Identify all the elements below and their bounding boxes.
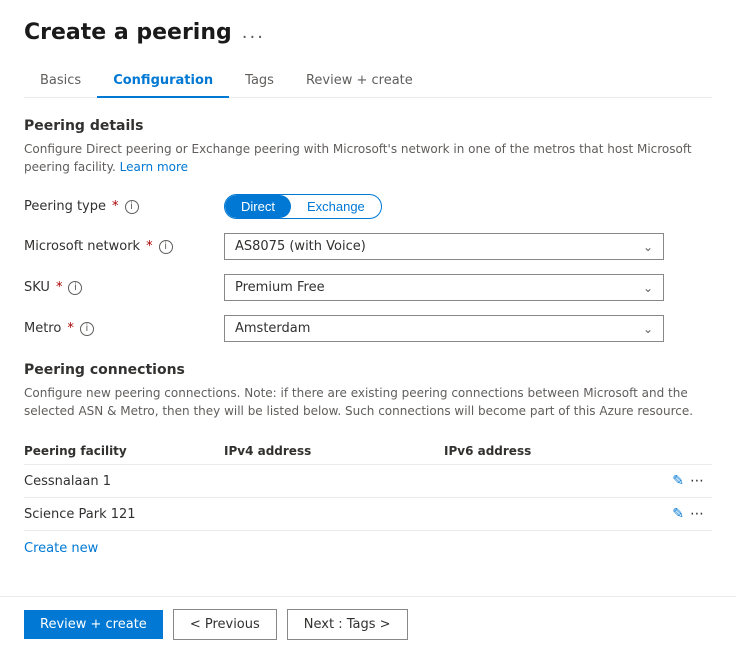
toggle-exchange[interactable]: Exchange	[291, 195, 381, 218]
col-header-facility: Peering facility	[24, 438, 224, 465]
metro-info-icon[interactable]: i	[80, 322, 94, 336]
actions-cell-2: ✎ ⋯	[604, 498, 712, 531]
table-row: Science Park 121 ✎ ⋯	[24, 498, 712, 531]
create-new-link[interactable]: Create new	[24, 541, 98, 556]
edit-icon-1[interactable]: ✎	[672, 473, 684, 489]
chevron-down-icon-3: ⌄	[643, 322, 653, 336]
chevron-down-icon: ⌄	[643, 240, 653, 254]
next-button[interactable]: Next : Tags >	[287, 609, 408, 640]
microsoft-network-info-icon[interactable]: i	[159, 240, 173, 254]
ipv4-cell-2	[224, 498, 444, 531]
edit-icon-2[interactable]: ✎	[672, 506, 684, 522]
tabs-nav: Basics Configuration Tags Review + creat…	[24, 65, 712, 98]
ipv6-cell-2	[444, 498, 604, 531]
metro-dropdown[interactable]: Amsterdam ⌄	[224, 315, 664, 342]
table-row: Cessnalaan 1 ✎ ⋯	[24, 465, 712, 498]
ipv4-cell-1	[224, 465, 444, 498]
toggle-group: Direct Exchange	[224, 194, 382, 219]
facility-cell-1: Cessnalaan 1	[24, 465, 224, 498]
peering-type-info-icon[interactable]: i	[125, 200, 139, 214]
toggle-direct[interactable]: Direct	[225, 195, 291, 218]
connections-title: Peering connections	[24, 362, 712, 378]
peering-type-toggle: Direct Exchange	[224, 194, 664, 219]
connections-table: Peering facility IPv4 address IPv6 addre…	[24, 438, 712, 531]
peering-type-label: Peering type * i	[24, 199, 224, 214]
peering-details-desc: Configure Direct peering or Exchange pee…	[24, 140, 712, 176]
microsoft-network-dropdown[interactable]: AS8075 (with Voice) ⌄	[224, 233, 664, 260]
col-header-actions	[604, 438, 712, 465]
actions-cell-1: ✎ ⋯	[604, 465, 712, 498]
peering-details-title: Peering details	[24, 118, 712, 134]
col-header-ipv6: IPv6 address	[444, 438, 604, 465]
review-create-button[interactable]: Review + create	[24, 610, 163, 639]
required-star-2: *	[146, 239, 153, 254]
col-header-ipv4: IPv4 address	[224, 438, 444, 465]
more-icon-2[interactable]: ⋯	[690, 506, 704, 522]
sku-select[interactable]: Premium Free ⌄	[224, 274, 664, 301]
chevron-down-icon-2: ⌄	[643, 281, 653, 295]
connections-desc: Configure new peering connections. Note:…	[24, 384, 712, 420]
microsoft-network-label: Microsoft network * i	[24, 239, 224, 254]
ipv6-cell-1	[444, 465, 604, 498]
tab-review-create[interactable]: Review + create	[290, 65, 429, 98]
metro-row: Metro * i Amsterdam ⌄	[24, 315, 712, 342]
tab-tags[interactable]: Tags	[229, 65, 290, 98]
learn-more-link[interactable]: Learn more	[120, 160, 188, 174]
more-icon-1[interactable]: ⋯	[690, 473, 704, 489]
facility-cell-2: Science Park 121	[24, 498, 224, 531]
metro-select[interactable]: Amsterdam ⌄	[224, 315, 664, 342]
sku-label: SKU * i	[24, 280, 224, 295]
required-star-3: *	[56, 280, 63, 295]
microsoft-network-row: Microsoft network * i AS8075 (with Voice…	[24, 233, 712, 260]
metro-label: Metro * i	[24, 321, 224, 336]
bottom-bar: Review + create < Previous Next : Tags >	[0, 596, 736, 652]
sku-info-icon[interactable]: i	[68, 281, 82, 295]
page-title: Create a peering	[24, 20, 232, 45]
peering-type-row: Peering type * i Direct Exchange	[24, 194, 712, 219]
required-star: *	[112, 199, 119, 214]
sku-row: SKU * i Premium Free ⌄	[24, 274, 712, 301]
peering-connections-section: Peering connections Configure new peerin…	[24, 362, 712, 556]
tab-basics[interactable]: Basics	[24, 65, 97, 98]
previous-button[interactable]: < Previous	[173, 609, 277, 640]
ellipsis-menu[interactable]: ...	[242, 22, 265, 43]
tab-configuration[interactable]: Configuration	[97, 65, 229, 98]
microsoft-network-select[interactable]: AS8075 (with Voice) ⌄	[224, 233, 664, 260]
required-star-4: *	[67, 321, 74, 336]
sku-dropdown[interactable]: Premium Free ⌄	[224, 274, 664, 301]
